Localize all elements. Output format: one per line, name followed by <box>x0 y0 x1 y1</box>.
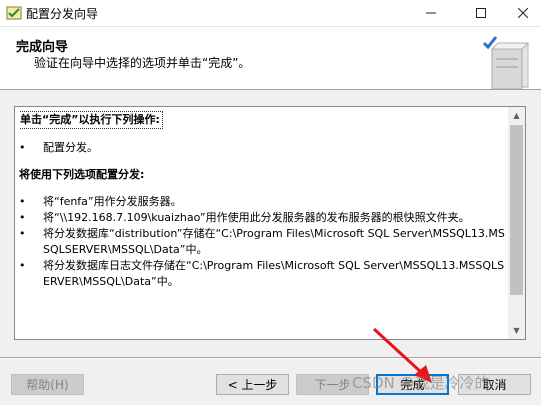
summary-panel: 单击“完成”以执行下列操作: • 配置分发。 将使用下列选项配置分发: • 将“fe… <box>14 106 526 340</box>
wizard-app-icon <box>6 6 22 20</box>
vertical-scrollbar[interactable]: ▲ ▼ <box>508 107 525 339</box>
back-button[interactable]: < 上一步 <box>216 374 289 395</box>
minimize-button[interactable] <box>408 0 454 26</box>
scroll-down-arrow-icon[interactable]: ▼ <box>508 322 525 339</box>
page-subtitle: 验证在向导中选择的选项并单击“完成”。 <box>34 56 251 70</box>
server-checkmark-icon <box>482 36 530 89</box>
minimize-icon <box>426 12 436 14</box>
option-text: 将“\\192.168.7.109\kuaizhao”用作使用此分发服务器的发布… <box>43 211 470 224</box>
scroll-up-arrow-icon[interactable]: ▲ <box>508 107 525 124</box>
next-button[interactable]: 下一步 <box>296 374 369 395</box>
cancel-button[interactable]: 取消 <box>458 374 531 395</box>
option-text: 将“fenfa”用作分发服务器。 <box>43 195 182 208</box>
option-text: 将分发数据库日志文件存储在“C:\Program Files\Microsoft… <box>43 259 505 288</box>
maximize-icon <box>476 8 486 18</box>
scroll-thumb[interactable] <box>510 125 523 295</box>
footer-divider <box>0 357 541 359</box>
page-title: 完成向导 <box>16 40 69 55</box>
options-heading: 将使用下列选项配置分发: <box>19 168 145 181</box>
list-item: • 配置分发。 <box>19 140 505 156</box>
list-item: • 将分发数据库“distribution”存储在“C:\Program File… <box>19 227 505 256</box>
close-button[interactable] <box>500 0 541 26</box>
option-text: 将分发数据库“distribution”存储在“C:\Program Files… <box>43 227 505 256</box>
close-icon <box>518 8 528 18</box>
maximize-button[interactable] <box>458 0 504 26</box>
list-item: • 将“fenfa”用作分发服务器。 <box>19 194 505 210</box>
action-text: 配置分发。 <box>43 141 98 154</box>
summary-text: 单击“完成”以执行下列操作: • 配置分发。 将使用下列选项配置分发: • 将“fe… <box>19 111 505 337</box>
wizard-header: 完成向导 验证在向导中选择的选项并单击“完成”。 <box>0 27 541 90</box>
finish-button[interactable]: 完成 <box>376 374 449 395</box>
list-item: • 将“\\192.168.7.109\kuaizhao”用作使用此分发服务器的发… <box>19 210 505 226</box>
window-title: 配置分发向导 <box>26 7 99 21</box>
title-bar: 配置分发向导 <box>0 0 541 27</box>
actions-heading: 单击“完成”以执行下列操作: <box>19 111 163 129</box>
list-item: • 将分发数据库日志文件存储在“C:\Program Files\Microsof… <box>19 259 505 288</box>
help-button[interactable]: 帮助(H) <box>11 374 84 395</box>
